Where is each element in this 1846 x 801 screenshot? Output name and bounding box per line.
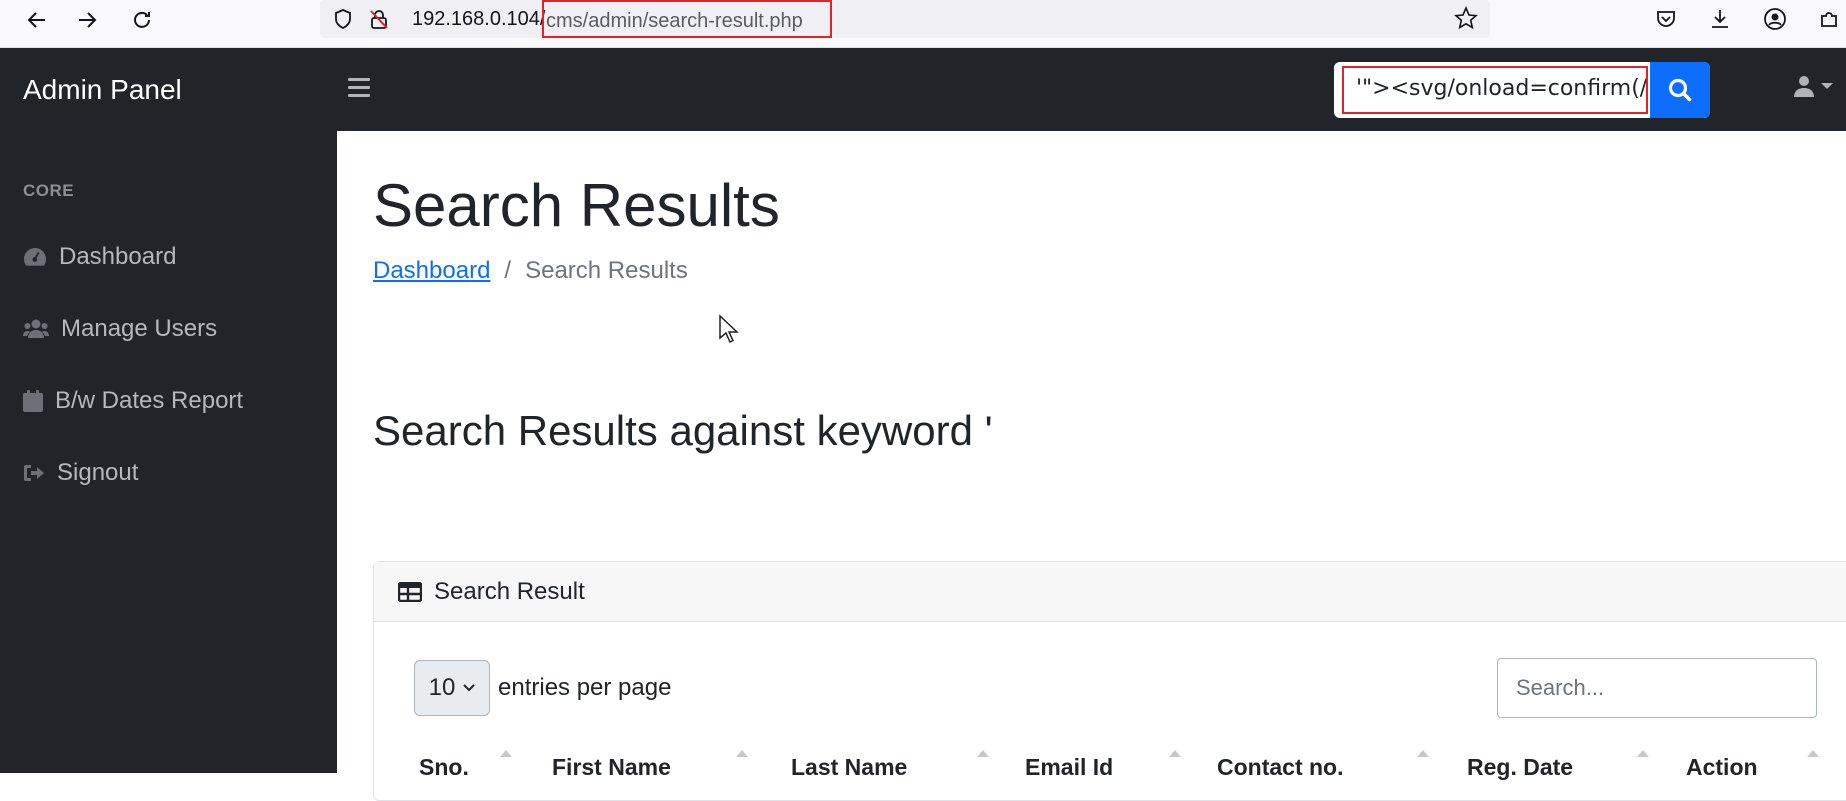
calendar-icon: [23, 390, 43, 412]
pocket-icon[interactable]: [1653, 6, 1679, 32]
entries-select[interactable]: 10: [414, 660, 490, 716]
sort-icon[interactable]: [977, 750, 989, 757]
sort-icon[interactable]: [1169, 750, 1181, 757]
sidebar: CORE Dashboard Manage Users B/w Dates Re…: [0, 131, 337, 773]
sort-icon[interactable]: [736, 750, 748, 757]
browser-toolbar: 192.168.0.104/ cms/admin/search-result.p…: [0, 0, 1846, 48]
table-search-input[interactable]: Search...: [1497, 658, 1817, 718]
search-input[interactable]: '"><svg/onload=confirm(/: [1342, 66, 1648, 114]
search-icon: [1668, 78, 1692, 102]
search-button[interactable]: [1650, 62, 1710, 118]
entries-control: 10 entries per page: [414, 660, 671, 716]
reload-icon[interactable]: [126, 4, 158, 36]
table-icon: [398, 581, 422, 602]
sidebar-item-label: Dashboard: [59, 243, 177, 270]
sort-icon[interactable]: [500, 750, 512, 757]
url-path-highlight: cms/admin/search-result.php: [542, 0, 832, 38]
download-icon[interactable]: [1707, 6, 1733, 32]
user-icon: [1794, 76, 1814, 97]
sidebar-item-label: Signout: [57, 459, 139, 486]
main-content: Search Results Dashboard / Search Result…: [337, 131, 1846, 801]
shield-icon[interactable]: [332, 8, 354, 35]
sidebar-item-manage-users[interactable]: Manage Users: [23, 315, 217, 343]
column-header-contact-no[interactable]: Contact no.: [1217, 754, 1344, 781]
sidebar-heading: CORE: [23, 181, 75, 200]
card-header: Search Result: [374, 562, 1846, 622]
entries-label: entries per page: [498, 674, 672, 701]
sidebar-item-label: B/w Dates Report: [55, 387, 244, 414]
sidebar-item-signout[interactable]: Signout: [23, 459, 138, 487]
insecure-lock-icon[interactable]: [368, 8, 390, 35]
column-header-email-id[interactable]: Email Id: [1025, 754, 1113, 781]
signout-icon: [24, 465, 44, 481]
sidebar-item-label: Manage Users: [61, 315, 218, 342]
keyword-heading: Search Results against keyword ': [373, 407, 993, 454]
breadcrumb: Dashboard / Search Results: [373, 257, 688, 285]
users-icon: [23, 319, 49, 338]
sort-icon[interactable]: [1637, 750, 1649, 757]
sidebar-toggle-icon[interactable]: [348, 78, 370, 98]
sidebar-item-dashboard[interactable]: Dashboard: [23, 243, 176, 271]
mouse-cursor-icon: [718, 314, 740, 349]
tachometer-icon: [24, 248, 46, 266]
sort-icon[interactable]: [1807, 750, 1819, 757]
navbar-search: '"><svg/onload=confirm(/: [1334, 62, 1710, 118]
table-header: Sno. First Name Last Name Email Id Conta…: [374, 748, 1846, 788]
search-result-card: Search Result 10 entries per page Search…: [373, 561, 1846, 801]
bookmark-star-icon[interactable]: [1454, 5, 1478, 35]
column-header-reg-date[interactable]: Reg. Date: [1467, 754, 1573, 781]
column-header-last-name[interactable]: Last Name: [791, 754, 907, 781]
column-header-first-name[interactable]: First Name: [552, 754, 671, 781]
column-header-action[interactable]: Action: [1686, 754, 1758, 781]
account-icon[interactable]: [1762, 6, 1788, 32]
entries-select-value: 10: [428, 674, 456, 701]
user-dropdown[interactable]: [1792, 74, 1834, 98]
url-bar[interactable]: 192.168.0.104/ cms/admin/search-result.p…: [320, 0, 1490, 38]
breadcrumb-dashboard-link[interactable]: Dashboard: [373, 257, 490, 285]
page-title: Search Results: [373, 172, 780, 239]
breadcrumb-separator: /: [504, 257, 512, 284]
column-header-sno[interactable]: Sno.: [419, 754, 469, 781]
top-navbar: Admin Panel '"><svg/onload=confirm(/: [0, 48, 1846, 131]
sort-icon[interactable]: [1417, 750, 1429, 757]
extensions-icon[interactable]: [1816, 6, 1842, 32]
back-icon[interactable]: [20, 4, 52, 36]
breadcrumb-active: Search Results: [525, 257, 688, 284]
forward-icon[interactable]: [72, 4, 104, 36]
caret-down-icon: [1821, 83, 1833, 89]
brand-title[interactable]: Admin Panel: [23, 74, 182, 106]
card-header-title: Search Result: [434, 577, 585, 605]
sidebar-item-bw-dates-report[interactable]: B/w Dates Report: [23, 387, 243, 415]
chevron-down-icon: [463, 684, 476, 692]
url-host: 192.168.0.104/: [412, 8, 546, 30]
